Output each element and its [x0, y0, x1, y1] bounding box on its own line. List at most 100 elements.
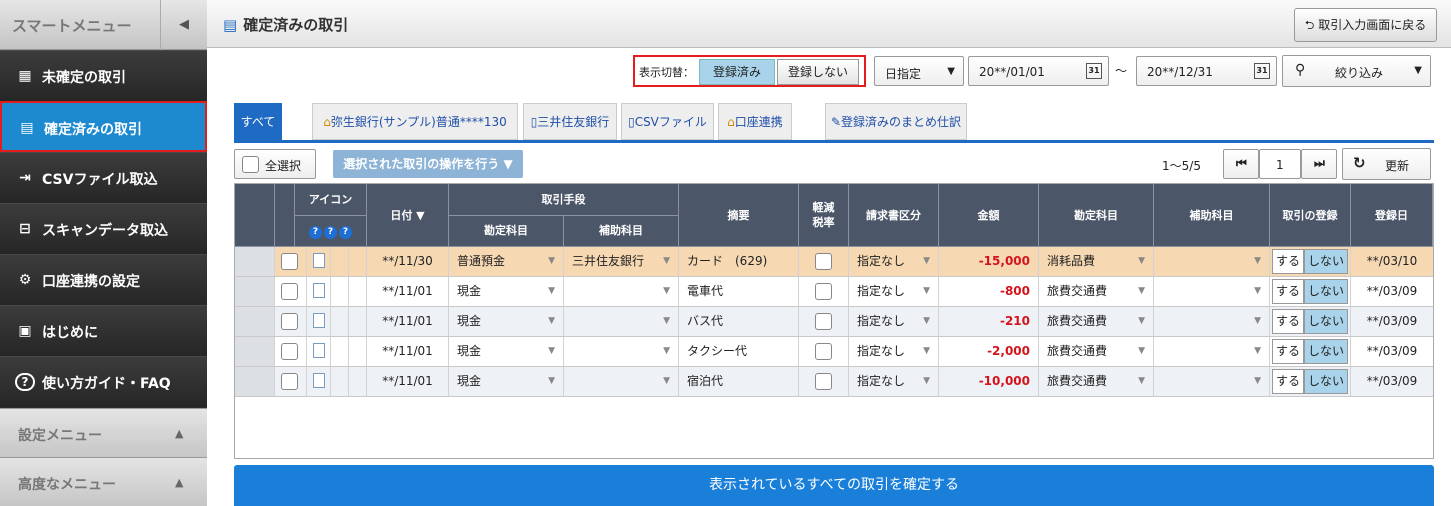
reduced-tax-checkbox[interactable]	[815, 343, 832, 360]
calendar-icon[interactable]: 31	[1086, 63, 1102, 79]
row-subaccount2-select[interactable]: ▼	[1154, 307, 1270, 336]
bulk-operation-button[interactable]: 選択された取引の操作を行う ▼	[333, 150, 523, 178]
sidebar-item-scan-import[interactable]: ⊟ スキャンデータ取込	[0, 203, 207, 254]
sidebar-item-csv-import[interactable]: ⇥ CSVファイル取込	[0, 152, 207, 203]
last-page-button[interactable]: ⏭	[1301, 149, 1337, 179]
row-invoice-select[interactable]: 指定なし ▼	[849, 367, 939, 396]
select-all-button[interactable]: 全選択	[234, 149, 316, 179]
row-subaccount-select[interactable]: ▼	[564, 367, 679, 396]
row-checkbox[interactable]	[281, 343, 298, 360]
row-subaccount-select[interactable]: ▼	[564, 337, 679, 366]
row-account-select[interactable]: 現金 ▼	[449, 307, 564, 336]
sidebar-item-label: はじめに	[42, 325, 98, 341]
row-subaccount2-select[interactable]: ▼	[1154, 277, 1270, 306]
header-date[interactable]: 日付 ▼	[367, 184, 449, 247]
row-subaccount2-select[interactable]: ▼	[1154, 247, 1270, 276]
reduced-tax-checkbox[interactable]	[815, 283, 832, 300]
not-registered-toggle-button[interactable]: 登録しない	[777, 59, 859, 85]
row-subaccount-select[interactable]: ▼	[564, 307, 679, 336]
register-no-button[interactable]: しない	[1304, 339, 1348, 364]
sidebar-item-guide-faq[interactable]: ? 使い方ガイド・FAQ	[0, 356, 207, 407]
sidebar-item-confirmed[interactable]: ▤ 確定済みの取引	[0, 101, 207, 152]
register-yes-button[interactable]: する	[1272, 339, 1304, 364]
table-row[interactable]: **/11/01 現金 ▼ ▼ バス代 指定なし ▼ -210 旅費交通費 ▼ ▼ す…	[235, 307, 1433, 337]
row-subaccount2-select[interactable]: ▼	[1154, 337, 1270, 366]
row-account-select[interactable]: 普通預金 ▼	[449, 247, 564, 276]
back-to-entry-button[interactable]: ⮌ 取引入力画面に戻る	[1294, 8, 1437, 42]
row-invoice-select[interactable]: 指定なし ▼	[849, 307, 939, 336]
select-all-checkbox[interactable]	[242, 156, 259, 173]
row-account-select[interactable]: 現金 ▼	[449, 277, 564, 306]
register-yes-button[interactable]: する	[1272, 279, 1304, 304]
register-no-button[interactable]: しない	[1304, 279, 1348, 304]
register-no-button[interactable]: しない	[1304, 309, 1348, 334]
row-invoice-select[interactable]: 指定なし ▼	[849, 337, 939, 366]
row-account2-select[interactable]: 消耗品費 ▼	[1039, 247, 1154, 276]
tab-yayoi-bank[interactable]: ⌂弥生銀行(サンプル)普通****130	[312, 103, 518, 140]
reduced-tax-checkbox[interactable]	[815, 313, 832, 330]
row-invoice-select[interactable]: 指定なし ▼	[849, 277, 939, 306]
register-no-button[interactable]: しない	[1304, 369, 1348, 394]
sidebar-section-advanced[interactable]: 高度なメニュー ▲	[0, 457, 207, 506]
row-account-select[interactable]: 現金 ▼	[449, 337, 564, 366]
tab-smbc[interactable]: ▯三井住友銀行	[523, 103, 617, 140]
sidebar-item-account-link[interactable]: ⚙ 口座連携の設定	[0, 254, 207, 305]
row-account2-select[interactable]: 旅費交通費 ▼	[1039, 337, 1154, 366]
row-account2-select[interactable]: 旅費交通費 ▼	[1039, 307, 1154, 336]
row-account2-select[interactable]: 旅費交通費 ▼	[1039, 277, 1154, 306]
row-subaccount-select[interactable]: ▼	[564, 277, 679, 306]
help-icon[interactable]: ?	[339, 226, 352, 239]
document-icon[interactable]	[313, 283, 325, 298]
document-icon[interactable]	[313, 373, 325, 388]
register-yes-button[interactable]: する	[1272, 369, 1304, 394]
refresh-button[interactable]: ↻ 更新	[1342, 148, 1431, 180]
help-icon[interactable]: ?	[324, 226, 337, 239]
sidebar-item-getting-started[interactable]: ▣ はじめに	[0, 305, 207, 356]
register-yes-button[interactable]: する	[1272, 309, 1304, 334]
sidebar-item-unconfirmed[interactable]: ▦ 未確定の取引	[0, 50, 207, 101]
date-mode-select[interactable]: 日指定 ▼	[874, 56, 964, 86]
register-yes-button[interactable]: する	[1272, 249, 1304, 274]
table-row[interactable]: **/11/01 現金 ▼ ▼ 電車代 指定なし ▼ -800 旅費交通費 ▼ ▼ す…	[235, 277, 1433, 307]
row-invoice-select[interactable]: 指定なし ▼	[849, 247, 939, 276]
row-registration-cell: する しない	[1270, 307, 1351, 336]
table-row[interactable]: **/11/01 現金 ▼ ▼ タクシー代 指定なし ▼ -2,000 旅費交通費 ▼…	[235, 337, 1433, 367]
document-icon[interactable]	[313, 343, 325, 358]
row-subaccount2-select[interactable]: ▼	[1154, 367, 1270, 396]
calendar-icon[interactable]: 31	[1254, 63, 1270, 79]
row-checkbox[interactable]	[281, 313, 298, 330]
row-checkbox[interactable]	[281, 283, 298, 300]
page-header: ▤ 確定済みの取引 ⮌ 取引入力画面に戻る	[207, 0, 1451, 48]
row-memo[interactable]: カード (629)	[679, 247, 799, 276]
page-number-input[interactable]: 1	[1259, 149, 1301, 179]
reduced-tax-checkbox[interactable]	[815, 253, 832, 270]
register-no-button[interactable]: しない	[1304, 249, 1348, 274]
row-memo[interactable]: バス代	[679, 307, 799, 336]
row-memo[interactable]: タクシー代	[679, 337, 799, 366]
row-account-select[interactable]: 現金 ▼	[449, 367, 564, 396]
row-memo[interactable]: 電車代	[679, 277, 799, 306]
row-checkbox[interactable]	[281, 373, 298, 390]
row-subaccount-select[interactable]: 三井住友銀行 ▼	[564, 247, 679, 276]
table-row[interactable]: **/11/30 普通預金 ▼ 三井住友銀行 ▼ カード (629) 指定なし ▼ -…	[235, 247, 1433, 277]
narrow-down-button[interactable]: ⚲ 絞り込み ▼	[1282, 55, 1431, 87]
tab-summary-journal[interactable]: ✎登録済みのまとめ仕訳	[825, 103, 967, 140]
document-icon[interactable]	[313, 253, 325, 268]
first-page-button[interactable]: ⏮	[1223, 149, 1259, 179]
row-checkbox[interactable]	[281, 253, 298, 270]
confirm-all-button[interactable]: 表示されているすべての取引を確定する	[234, 465, 1434, 506]
sidebar-section-settings[interactable]: 設定メニュー ▲	[0, 408, 207, 457]
tab-all[interactable]: すべて	[234, 103, 282, 140]
table-row[interactable]: **/11/01 現金 ▼ ▼ 宿泊代 指定なし ▼ -10,000 旅費交通費 ▼ …	[235, 367, 1433, 397]
tab-csv[interactable]: ▯CSVファイル	[621, 103, 714, 140]
collapse-sidebar-icon[interactable]: ◀	[160, 0, 207, 50]
row-account2-select[interactable]: 旅費交通費 ▼	[1039, 367, 1154, 396]
date-to-input[interactable]: 20**/12/31 31	[1136, 56, 1277, 86]
help-icon[interactable]: ?	[309, 226, 322, 239]
reduced-tax-checkbox[interactable]	[815, 373, 832, 390]
registered-toggle-button[interactable]: 登録済み	[699, 59, 775, 85]
document-icon[interactable]	[313, 313, 325, 328]
tab-account-link[interactable]: ⌂口座連携	[718, 103, 792, 140]
row-memo[interactable]: 宿泊代	[679, 367, 799, 396]
date-from-input[interactable]: 20**/01/01 31	[968, 56, 1109, 86]
